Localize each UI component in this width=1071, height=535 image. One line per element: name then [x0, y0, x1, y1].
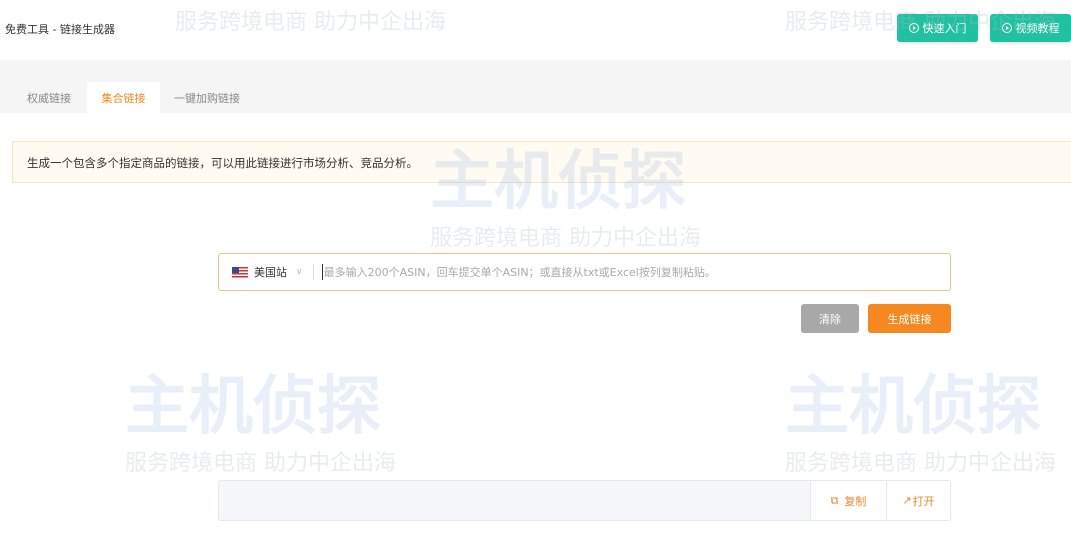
video-tutorial-label: 视频教程 [1015, 22, 1060, 35]
asin-input[interactable]: 美国站 ∨ 最多输入200个ASIN，回车提交单个ASIN；或直接从txt或Ex… [218, 253, 951, 291]
divider [312, 264, 314, 280]
tab-add-to-cart-link[interactable]: 一键加购链接 [163, 82, 251, 113]
watermark-logo: 主机侦探 [125, 370, 381, 444]
open-label: 打开 [912, 494, 935, 508]
copy-icon: ⧉ [830, 493, 839, 507]
chevron-down-icon[interactable]: ∨ [296, 267, 303, 277]
quick-start-button[interactable]: 快速入门 [897, 14, 978, 42]
generate-link-button[interactable]: 生成链接 [868, 304, 951, 333]
page-title: 免费工具 - 链接生成器 [5, 23, 115, 36]
watermark-slogan: 服务跨境电商 助力中企出海 [785, 451, 1056, 476]
generated-link-output[interactable]: ⧉ 复制 ↗ 打开 [218, 480, 951, 521]
tab-authority-link[interactable]: 权威链接 [14, 82, 84, 113]
tab-bar: 权威链接 集合链接 一键加购链接 [0, 60, 1071, 113]
play-circle-icon [1001, 23, 1012, 33]
watermark-slogan: 服务跨境电商 助力中企出海 [125, 451, 396, 476]
tab-collection-link[interactable]: 集合链接 [87, 82, 160, 113]
site-select[interactable]: 美国站 [254, 264, 287, 280]
quick-start-label: 快速入门 [922, 22, 967, 35]
header: 免费工具 - 链接生成器 快速入门 视频教程 [0, 0, 1071, 60]
us-flag-icon [232, 266, 248, 278]
play-circle-icon [908, 23, 919, 33]
asin-input-placeholder[interactable]: 最多输入200个ASIN，回车提交单个ASIN；或直接从txt或Excel按列复… [321, 264, 716, 280]
external-link-icon: ↗ [902, 494, 912, 507]
watermark-slogan: 服务跨境电商 助力中企出海 [430, 226, 701, 251]
video-tutorial-button[interactable]: 视频教程 [990, 14, 1071, 42]
clear-button[interactable]: 清除 [801, 304, 859, 333]
open-button[interactable]: ↗ 打开 [886, 481, 950, 520]
watermark-logo: 主机侦探 [785, 370, 1041, 444]
copy-label: 复制 [844, 494, 867, 508]
notice-banner: 生成一个包含多个指定商品的链接，可以用此链接进行市场分析、竞品分析。 [12, 141, 1071, 183]
copy-button[interactable]: ⧉ 复制 [810, 481, 886, 520]
